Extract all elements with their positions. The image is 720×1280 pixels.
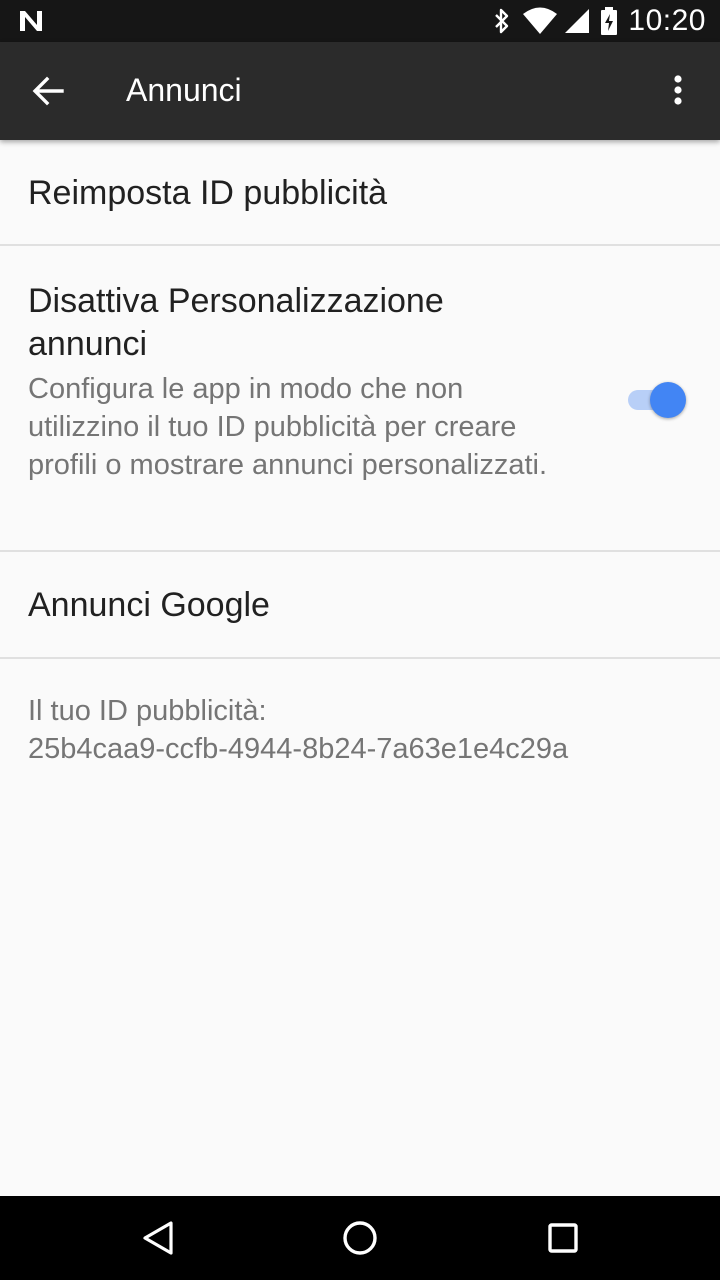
arrow-back-icon [32, 76, 64, 106]
cell-signal-icon [565, 9, 590, 33]
ad-id-info: Il tuo ID pubblicità: 25b4caa9-ccfb-4944… [28, 692, 568, 768]
settings-content: Reimposta ID pubblicità Disattiva Person… [0, 140, 720, 1196]
more-vert-icon [674, 75, 682, 105]
nav-home-button[interactable] [330, 1210, 390, 1266]
ad-id-label: Il tuo ID pubblicità: [28, 695, 267, 727]
opt-out-personalization-title: Disattiva Personalizzazione annunci [28, 282, 444, 363]
bluetooth-icon [495, 8, 509, 34]
notification-n-icon [20, 11, 42, 31]
back-button[interactable] [22, 67, 74, 115]
divider [0, 657, 720, 659]
app-bar: Annunci [0, 42, 720, 140]
battery-charging-icon [601, 7, 618, 35]
ad-id-value: 25b4caa9-ccfb-4944-8b24-7a63e1e4c29a [28, 733, 569, 765]
reset-ad-id-item[interactable]: Reimposta ID pubblicità [0, 140, 720, 244]
reset-ad-id-title: Reimposta ID pubblicità [28, 174, 388, 212]
status-bar: 10:20 [0, 0, 720, 42]
nav-home-icon [343, 1221, 377, 1255]
switch-thumb [650, 382, 686, 418]
opt-out-personalization-item[interactable]: Disattiva Personalizzazione annunci Conf… [0, 246, 720, 550]
overflow-menu-button[interactable] [654, 67, 702, 115]
nav-back-icon [143, 1221, 173, 1255]
navigation-bar [0, 1196, 720, 1280]
opt-out-personalization-switch[interactable] [626, 380, 688, 420]
google-ads-title: Annunci Google [28, 586, 270, 624]
wifi-icon [523, 7, 558, 34]
nav-recents-icon [548, 1223, 578, 1253]
nav-back-button[interactable] [128, 1210, 188, 1266]
status-clock: 10:20 [628, 4, 706, 37]
nav-recents-button[interactable] [533, 1210, 593, 1266]
opt-out-personalization-summary: Configura le app in modo che non utilizz… [28, 373, 548, 481]
google-ads-item[interactable]: Annunci Google [0, 552, 720, 658]
page-title: Annunci [126, 72, 242, 108]
